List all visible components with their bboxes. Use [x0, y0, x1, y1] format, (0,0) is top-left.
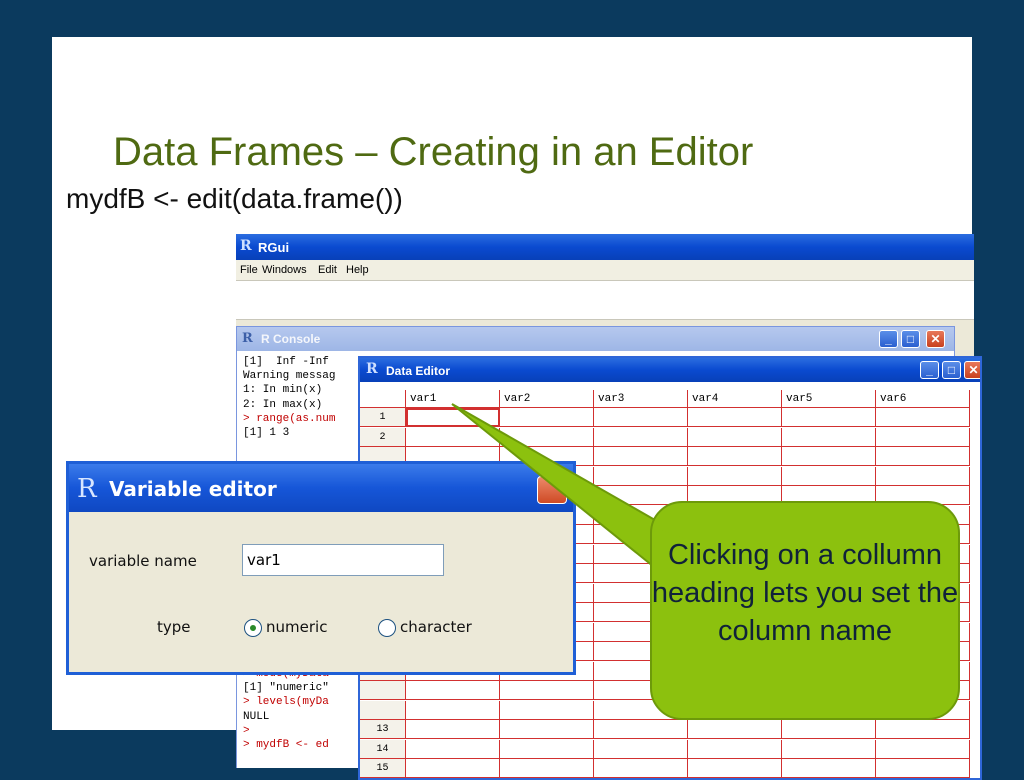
callout-pointer-join — [0, 0, 1024, 768]
callout-text: Clicking on a collumn heading lets you s… — [650, 536, 960, 650]
